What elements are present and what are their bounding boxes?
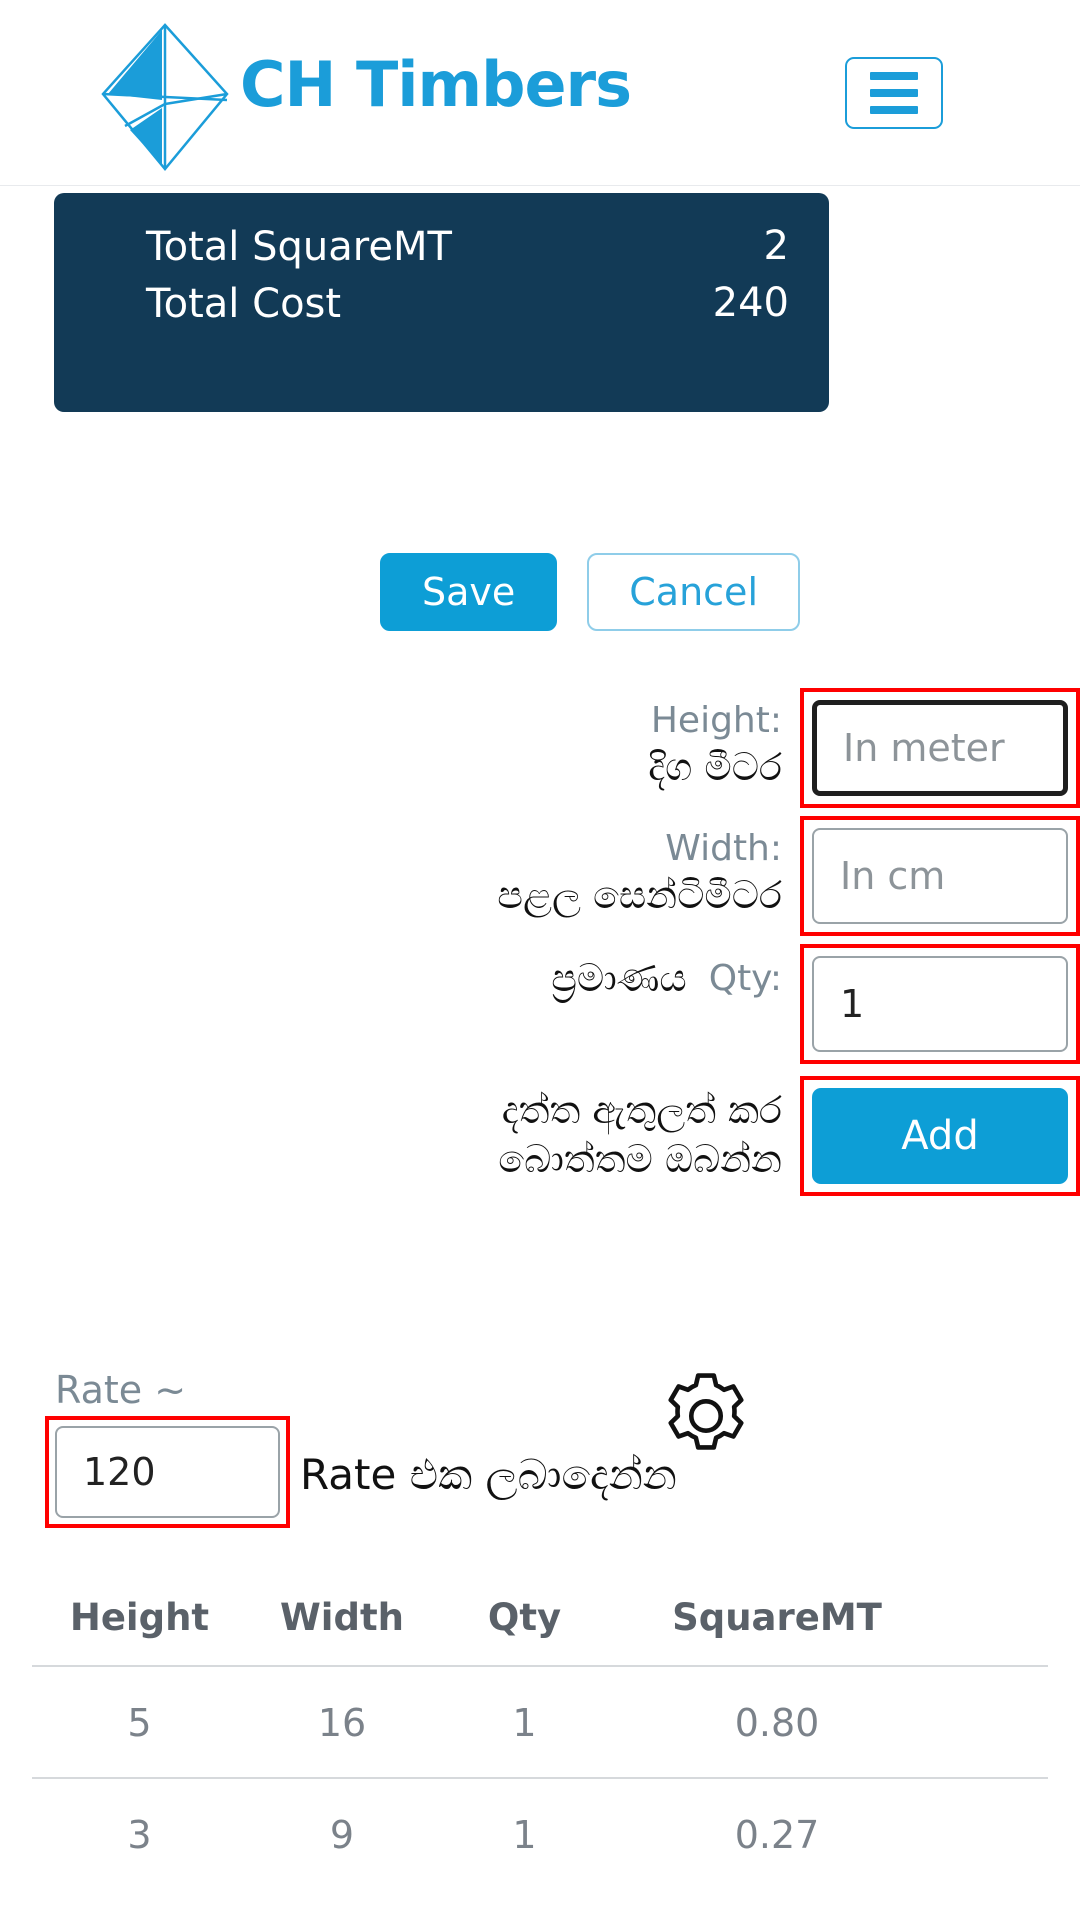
cell-width: 16 <box>317 1701 367 1745</box>
cell-squaremt: 0.27 <box>734 1813 820 1857</box>
height-label-en: Height: <box>650 700 782 741</box>
cell-height: 5 <box>127 1701 152 1745</box>
hamburger-menu-icon[interactable] <box>845 57 943 129</box>
measurements-table: Height Width Qty SquareMT 5 16 1 0.80 3 … <box>32 1596 1048 1889</box>
qty-annotation-box: 1 <box>800 944 1080 1064</box>
hamburger-bar <box>870 72 918 80</box>
width-labels: Width: පළල සෙන්ටිමීටර <box>497 816 800 920</box>
gear-settings-icon[interactable] <box>660 1370 752 1462</box>
width-placeholder: In cm <box>840 854 946 898</box>
diamond-logo-icon <box>100 22 230 171</box>
add-annotation-box: Add <box>800 1076 1080 1196</box>
qty-label-group: ප්‍රමාණය Qty: <box>551 954 782 1003</box>
app-page: CH Timbers Total SquareMT 2 Total Cost 2… <box>0 0 1080 1920</box>
cell-height: 3 <box>127 1813 152 1857</box>
total-squaremt-row: Total SquareMT 2 <box>146 223 789 272</box>
rate-value: 120 <box>83 1450 156 1494</box>
total-squaremt-label: Total SquareMT <box>146 224 452 270</box>
cell-width: 9 <box>329 1813 355 1857</box>
total-cost-row: Total Cost 240 <box>146 280 789 329</box>
total-squaremt-value: 2 <box>763 223 789 269</box>
hamburger-bar <box>870 89 918 97</box>
width-label-si: පළල සෙන්ටිමීටර <box>497 873 782 917</box>
total-cost-label: Total Cost <box>146 280 342 327</box>
add-row: දත්ත ඇතුලත් කර බොත්තම ඔබන්න Add <box>0 1076 1080 1196</box>
qty-label-en: Qty: <box>708 958 782 1000</box>
rate-input[interactable]: 120 <box>55 1426 280 1518</box>
qty-value: 1 <box>840 982 865 1026</box>
measurement-form: Height: දිග මීටර In meter Width: පළල සෙන… <box>0 688 1080 1196</box>
col-header-squaremt: SquareMT <box>672 1596 882 1639</box>
add-instruction: දත්ත ඇතුලත් කර බොත්තම ඔබන්න <box>498 1076 800 1185</box>
add-instruction-line1: දත්ත ඇතුලත් කර <box>501 1088 782 1132</box>
width-label-en: Width: <box>665 828 782 869</box>
action-buttons: Save Cancel <box>0 553 1080 631</box>
height-row: Height: දිග මීටර In meter <box>0 688 1080 808</box>
cancel-button[interactable]: Cancel <box>587 553 800 631</box>
add-instruction-line2: බොත්තම ඔබන්න <box>498 1137 782 1182</box>
brand-title: CH Timbers <box>240 48 632 121</box>
height-annotation-box: In meter <box>800 688 1080 808</box>
cell-qty: 1 <box>512 1701 537 1745</box>
qty-labels: ප්‍රමාණය Qty: <box>551 944 800 1003</box>
col-header-height: Height <box>69 1596 210 1639</box>
hamburger-bar <box>870 106 918 114</box>
app-header: CH Timbers <box>0 0 1080 186</box>
height-label-si: දිග මීටර <box>648 745 782 789</box>
qty-input[interactable]: 1 <box>812 956 1068 1052</box>
table-row: 5 16 1 0.80 <box>32 1665 1048 1777</box>
width-input[interactable]: In cm <box>812 828 1068 924</box>
width-row: Width: පළල සෙන්ටිමීටර In cm <box>0 816 1080 936</box>
col-header-width: Width <box>279 1596 404 1639</box>
height-labels: Height: දිග මීටර <box>648 688 800 792</box>
table-row: 3 9 1 0.27 <box>32 1777 1048 1889</box>
totals-panel: Total SquareMT 2 Total Cost 240 <box>54 193 829 412</box>
table-header: Height Width Qty SquareMT <box>32 1596 1048 1665</box>
total-cost-value: 240 <box>712 279 789 326</box>
save-button[interactable]: Save <box>379 553 558 631</box>
add-button[interactable]: Add <box>812 1088 1068 1184</box>
height-input[interactable]: In meter <box>812 700 1068 796</box>
height-placeholder: In meter <box>843 726 1005 770</box>
rate-annotation-box: 120 <box>45 1416 290 1528</box>
cell-squaremt: 0.80 <box>734 1701 820 1745</box>
col-header-qty: Qty <box>487 1596 562 1639</box>
width-annotation-box: In cm <box>800 816 1080 936</box>
rate-hint-si: Rate එක ලබාදෙන්න <box>300 1450 677 1499</box>
cell-qty: 1 <box>512 1813 537 1857</box>
rate-label: Rate ~ <box>55 1368 187 1412</box>
qty-row: ප්‍රමාණය Qty: 1 <box>0 944 1080 1064</box>
qty-label-si: ප්‍රමාණය <box>551 956 687 1000</box>
